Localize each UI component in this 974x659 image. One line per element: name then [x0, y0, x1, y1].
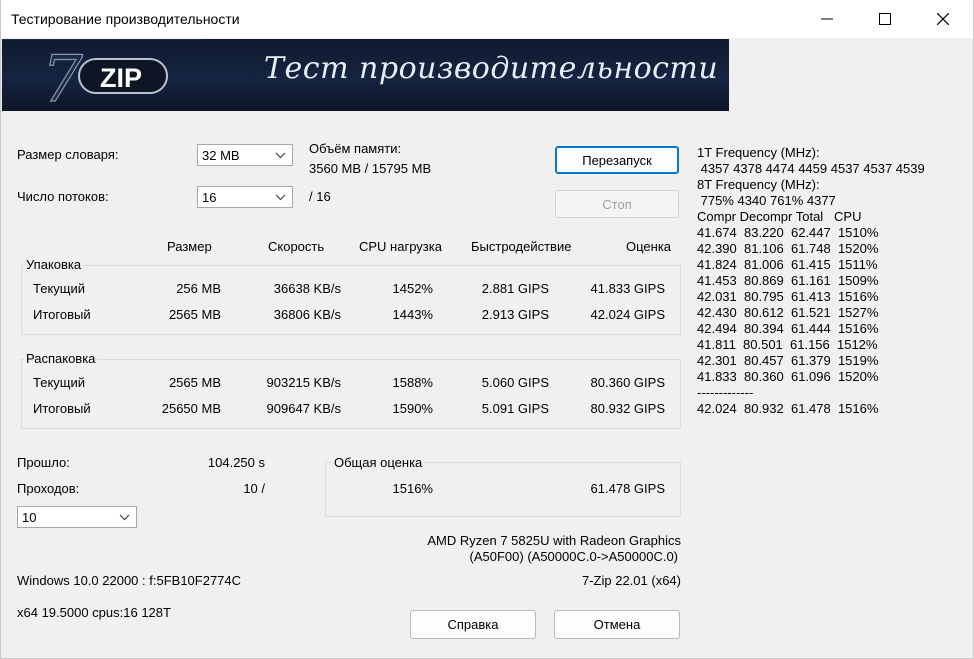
- memory-value: 3560 MB / 15795 MB: [309, 161, 432, 176]
- row-size: 2565 MB: [168, 375, 221, 390]
- title-bar[interactable]: Тестирование производительности: [0, 0, 974, 38]
- close-button[interactable]: [914, 0, 972, 38]
- threads-label: Число потоков:: [17, 189, 109, 204]
- banner: 7 ZIP Тест производительности: [2, 39, 729, 111]
- row-cpu: 1452%: [392, 281, 433, 296]
- window-title: Тестирование производительности: [11, 11, 240, 27]
- passes-select[interactable]: 10: [17, 506, 137, 528]
- row-size: 2565 MB: [168, 307, 221, 322]
- elapsed-value: 104.250 s: [207, 455, 265, 470]
- compress-group-label: Упаковка: [24, 257, 84, 272]
- log-line: 41.453 80.869 61.161 1509%: [697, 273, 879, 288]
- row-name: Текущий: [33, 281, 85, 296]
- row-name: Итоговый: [33, 401, 91, 416]
- log-line: 42.031 80.795 61.413 1516%: [697, 289, 879, 304]
- stop-button[interactable]: Стоп: [555, 190, 679, 218]
- header-speed: Скорость: [268, 239, 325, 254]
- row-name: Итоговый: [33, 307, 91, 322]
- header-rating: Оценка: [626, 239, 672, 254]
- dict-size-label: Размер словаря:: [17, 147, 119, 162]
- dict-size-select[interactable]: 32 MB: [197, 144, 293, 166]
- os-info: Windows 10.0 22000 : f:5FB10F2774C: [17, 573, 242, 588]
- 7zip-logo: 7 ZIP: [2, 39, 202, 111]
- chevron-down-icon: [119, 514, 130, 521]
- arch-info: x64 19.5000 cpus:16 128T: [17, 605, 171, 620]
- log-line: 42.301 80.457 61.379 1519%: [697, 353, 879, 368]
- maximize-button[interactable]: [856, 0, 914, 38]
- log-line: 8T Frequency (MHz):: [697, 177, 820, 192]
- header-performance: Быстродействие: [471, 239, 572, 254]
- memory-label: Объём памяти:: [309, 141, 402, 156]
- benchmark-log: 1T Frequency (MHz): 4357 4378 4474 4459 …: [697, 145, 925, 417]
- log-line: 1T Frequency (MHz):: [697, 145, 820, 160]
- row-speed: 903215 KB/s: [266, 375, 341, 390]
- row-cpu: 1588%: [392, 375, 433, 390]
- compress-group: [21, 265, 681, 335]
- row-performance: 2.913 GIPS: [481, 307, 549, 322]
- row-speed: 909647 KB/s: [266, 401, 341, 416]
- threads-select[interactable]: 16: [197, 186, 293, 208]
- threads-value: 16: [202, 190, 217, 205]
- log-line: 4357 4378 4474 4459 4537 4537 4539: [697, 161, 925, 176]
- row-performance: 5.091 GIPS: [481, 401, 549, 416]
- log-line: 42.024 80.932 61.478 1516%: [697, 401, 879, 416]
- log-line: 41.674 83.220 62.447 1510%: [697, 225, 879, 240]
- header-size: Размер: [167, 239, 212, 254]
- row-performance: 5.060 GIPS: [481, 375, 549, 390]
- row-size: 256 MB: [176, 281, 221, 296]
- total-rating-label: Общая оценка: [332, 455, 425, 470]
- log-line: Compr Decompr Total CPU: [697, 209, 862, 224]
- log-line: 42.430 80.612 61.521 1527%: [697, 305, 879, 320]
- row-name: Текущий: [33, 375, 85, 390]
- log-line: 41.833 80.360 61.096 1520%: [697, 369, 879, 384]
- cancel-button[interactable]: Отмена: [554, 610, 680, 639]
- decompress-group: [21, 359, 681, 429]
- cpu-name: AMD Ryzen 7 5825U with Radeon Graphics: [427, 533, 681, 548]
- help-button[interactable]: Справка: [410, 610, 536, 639]
- row-rating: 42.024 GIPS: [590, 307, 665, 322]
- log-line: 775% 4340 761% 4377: [697, 193, 836, 208]
- window-border-left: [0, 0, 1, 659]
- version-info: 7-Zip 22.01 (x64): [582, 573, 681, 588]
- log-line: 42.494 80.394 61.444 1516%: [697, 321, 879, 336]
- passes-value: 10 /: [243, 481, 265, 496]
- cpu-id: (A50F00) (A50000C.0->A50000C.0): [469, 549, 678, 564]
- log-separator: -------------: [697, 385, 754, 400]
- header-cpu: CPU нагрузка: [359, 239, 442, 254]
- log-line: 41.824 81.006 61.415 1511%: [697, 257, 878, 272]
- minimize-button[interactable]: [798, 0, 856, 38]
- logo-numeral: 7: [42, 43, 83, 111]
- logo-text: ZIP: [100, 63, 142, 93]
- row-speed: 36806 KB/s: [273, 307, 341, 322]
- total-rating: 61.478 GIPS: [590, 481, 665, 496]
- row-speed: 36638 KB/s: [273, 281, 341, 296]
- row-size: 25650 MB: [161, 401, 221, 416]
- passes-select-value: 10: [22, 510, 37, 525]
- row-rating: 41.833 GIPS: [590, 281, 665, 296]
- close-icon: [937, 13, 949, 25]
- row-cpu: 1590%: [392, 401, 433, 416]
- maximize-icon: [879, 13, 891, 25]
- row-rating: 80.360 GIPS: [590, 375, 665, 390]
- row-cpu: 1443%: [392, 307, 433, 322]
- log-line: 42.390 81.106 61.748 1520%: [697, 241, 879, 256]
- chevron-down-icon: [275, 152, 286, 159]
- restart-button[interactable]: Перезапуск: [555, 146, 679, 174]
- dict-size-value: 32 MB: [202, 148, 240, 163]
- chevron-down-icon: [275, 194, 286, 201]
- elapsed-label: Прошло:: [17, 455, 70, 470]
- row-rating: 80.932 GIPS: [590, 401, 665, 416]
- banner-caption: Тест производительности: [264, 51, 719, 86]
- threads-max: / 16: [309, 189, 331, 204]
- decompress-group-label: Распаковка: [24, 351, 98, 366]
- minimize-icon: [821, 18, 833, 20]
- passes-label: Проходов:: [17, 481, 80, 496]
- log-line: 41.811 80.501 61.156 1512%: [697, 337, 878, 352]
- row-performance: 2.881 GIPS: [481, 281, 549, 296]
- total-cpu: 1516%: [392, 481, 433, 496]
